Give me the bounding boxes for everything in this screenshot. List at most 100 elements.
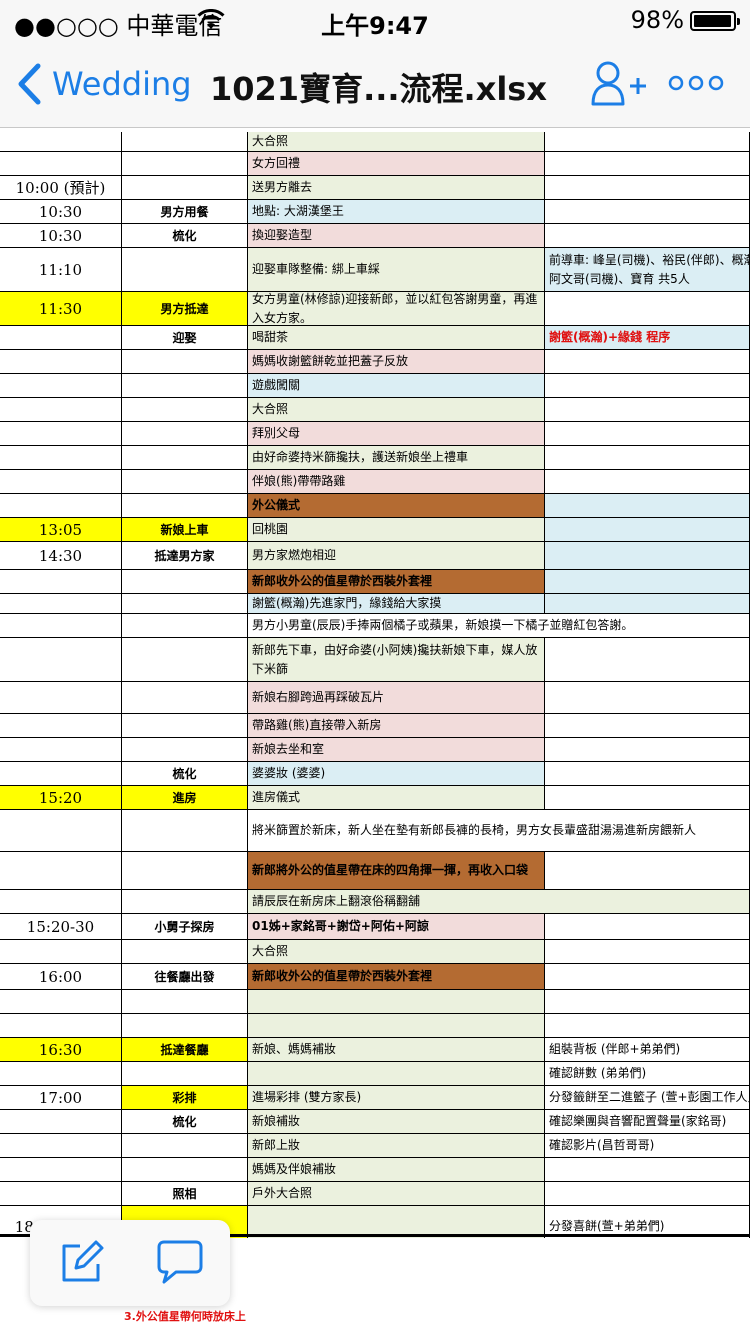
action-cell[interactable]: 進房儀式 <box>248 786 545 810</box>
note-cell[interactable] <box>545 786 750 810</box>
action-cell[interactable]: 伴娘(熊)帶帶路雞 <box>248 470 545 494</box>
note-cell[interactable]: 確認餅數 (弟弟們) <box>545 1062 750 1086</box>
event-cell[interactable] <box>122 1014 248 1038</box>
time-cell[interactable]: 16:00 <box>0 964 122 990</box>
time-cell[interactable]: 15:20 <box>0 786 122 810</box>
event-cell[interactable]: 梳化 <box>122 762 248 786</box>
event-cell[interactable] <box>122 614 248 638</box>
action-cell[interactable]: 新郎將外公的值星帶在床的四角揮一揮，再收入口袋 <box>248 852 545 890</box>
time-cell[interactable] <box>0 1182 122 1206</box>
event-cell[interactable]: 迎娶 <box>122 326 248 350</box>
note-cell[interactable] <box>545 738 750 762</box>
time-cell[interactable]: 13:05 <box>0 518 122 542</box>
action-cell[interactable]: 換迎娶造型 <box>248 224 545 248</box>
action-cell[interactable]: 新郎收外公的值星帶於西裝外套裡 <box>248 964 545 990</box>
action-cell[interactable]: 男方小男童(辰辰)手捧兩個橘子或蘋果，新娘摸一下橘子並贈紅包答謝。 <box>248 614 750 638</box>
time-cell[interactable] <box>0 1134 122 1158</box>
time-cell[interactable]: 11:30 <box>0 292 122 326</box>
action-cell[interactable]: 地點: 大湖漢堡王 <box>248 200 545 224</box>
action-cell[interactable]: 送男方離去 <box>248 176 545 200</box>
time-cell[interactable]: 14:30 <box>0 542 122 570</box>
time-cell[interactable] <box>0 1110 122 1134</box>
note-cell[interactable] <box>545 1014 750 1038</box>
time-cell[interactable] <box>0 738 122 762</box>
note-cell[interactable] <box>545 132 750 152</box>
action-cell[interactable]: 戶外大合照 <box>248 1182 545 1206</box>
time-cell[interactable]: 10:30 <box>0 200 122 224</box>
time-cell[interactable] <box>0 990 122 1014</box>
time-cell[interactable] <box>0 374 122 398</box>
action-cell[interactable] <box>248 990 545 1014</box>
action-cell[interactable]: 新郎先下車，由好命婆(小阿姨)攙扶新娘下車，媒人放下米篩 <box>248 638 545 682</box>
time-cell[interactable]: 15:20-30 <box>0 914 122 940</box>
note-cell[interactable] <box>545 1158 750 1182</box>
action-cell[interactable] <box>248 1014 545 1038</box>
note-cell[interactable] <box>545 570 750 594</box>
event-cell[interactable] <box>122 248 248 292</box>
event-cell[interactable] <box>122 940 248 964</box>
action-cell[interactable]: 由好命婆持米篩攙扶，護送新娘坐上禮車 <box>248 446 545 470</box>
time-cell[interactable] <box>0 594 122 614</box>
time-cell[interactable]: 11:10 <box>0 248 122 292</box>
event-cell[interactable] <box>122 852 248 890</box>
event-cell[interactable] <box>122 350 248 374</box>
event-cell[interactable]: 抵達男方家 <box>122 542 248 570</box>
note-cell[interactable]: 組裝背板 (伴郎+弟弟們) <box>545 1038 750 1062</box>
edit-icon[interactable] <box>58 1238 106 1286</box>
action-cell[interactable]: 將米篩置於新床，新人坐在墊有新郎長褲的長椅，男方女長輩盛甜湯湯進新房餵新人 <box>248 810 750 852</box>
time-cell[interactable] <box>0 1158 122 1182</box>
time-cell[interactable] <box>0 1062 122 1086</box>
note-cell[interactable] <box>545 200 750 224</box>
action-cell[interactable]: 婆婆妝 (婆婆) <box>248 762 545 786</box>
note-cell[interactable] <box>545 422 750 446</box>
time-cell[interactable] <box>0 132 122 152</box>
event-cell[interactable]: 男方用餐 <box>122 200 248 224</box>
note-cell[interactable]: 分發籤餅至二進籃子 (萱+彭園工作人員 <box>545 1086 750 1110</box>
event-cell[interactable] <box>122 470 248 494</box>
time-cell[interactable] <box>0 422 122 446</box>
note-cell[interactable] <box>545 594 750 614</box>
event-cell[interactable] <box>122 570 248 594</box>
action-cell[interactable]: 新郎收外公的值星帶於西裝外套裡 <box>248 570 545 594</box>
event-cell[interactable] <box>122 1062 248 1086</box>
action-cell[interactable]: 01姊+家銘哥+謝岱+阿佑+阿諒 <box>248 914 545 940</box>
action-cell[interactable]: 女方回禮 <box>248 152 545 176</box>
note-cell[interactable] <box>545 542 750 570</box>
action-cell[interactable]: 新娘去坐和室 <box>248 738 545 762</box>
time-cell[interactable]: 16:30 <box>0 1038 122 1062</box>
time-cell[interactable] <box>0 614 122 638</box>
action-cell[interactable]: 男方家燃炮相迎 <box>248 542 545 570</box>
event-cell[interactable] <box>122 638 248 682</box>
action-cell[interactable]: 迎娶車隊整備: 綁上車綵 <box>248 248 545 292</box>
note-cell[interactable] <box>545 714 750 738</box>
add-user-icon[interactable] <box>590 60 650 106</box>
time-cell[interactable] <box>0 638 122 682</box>
note-cell[interactable]: 謝籃(概瀚)+緣錢 程序 <box>545 326 750 350</box>
time-cell[interactable] <box>0 398 122 422</box>
note-cell[interactable] <box>545 292 750 326</box>
note-cell[interactable] <box>545 1182 750 1206</box>
action-cell[interactable]: 新娘、媽媽補妝 <box>248 1038 545 1062</box>
event-cell[interactable] <box>122 810 248 852</box>
note-cell[interactable] <box>545 914 750 940</box>
note-cell[interactable] <box>545 398 750 422</box>
note-cell[interactable] <box>545 638 750 682</box>
note-cell[interactable] <box>545 224 750 248</box>
event-cell[interactable] <box>122 494 248 518</box>
event-cell[interactable]: 新娘上車 <box>122 518 248 542</box>
event-cell[interactable] <box>122 374 248 398</box>
action-cell[interactable] <box>248 1062 545 1086</box>
note-cell[interactable] <box>545 682 750 714</box>
time-cell[interactable] <box>0 762 122 786</box>
back-button[interactable]: Wedding <box>16 60 192 108</box>
note-cell[interactable] <box>545 494 750 518</box>
event-cell[interactable]: 進房 <box>122 786 248 810</box>
time-cell[interactable] <box>0 446 122 470</box>
action-cell[interactable]: 帶路雞(熊)直接帶入新房 <box>248 714 545 738</box>
action-cell[interactable]: 媽媽及伴娘補妝 <box>248 1158 545 1182</box>
more-icon[interactable] <box>668 74 724 92</box>
event-cell[interactable]: 梳化 <box>122 1110 248 1134</box>
event-cell[interactable] <box>122 890 248 914</box>
event-cell[interactable] <box>122 594 248 614</box>
note-cell[interactable]: 前導車: 峰呈(司機)、裕民(伴郎)、概瀚(阿文哥(司機)、寶育 共5人 <box>545 248 750 292</box>
